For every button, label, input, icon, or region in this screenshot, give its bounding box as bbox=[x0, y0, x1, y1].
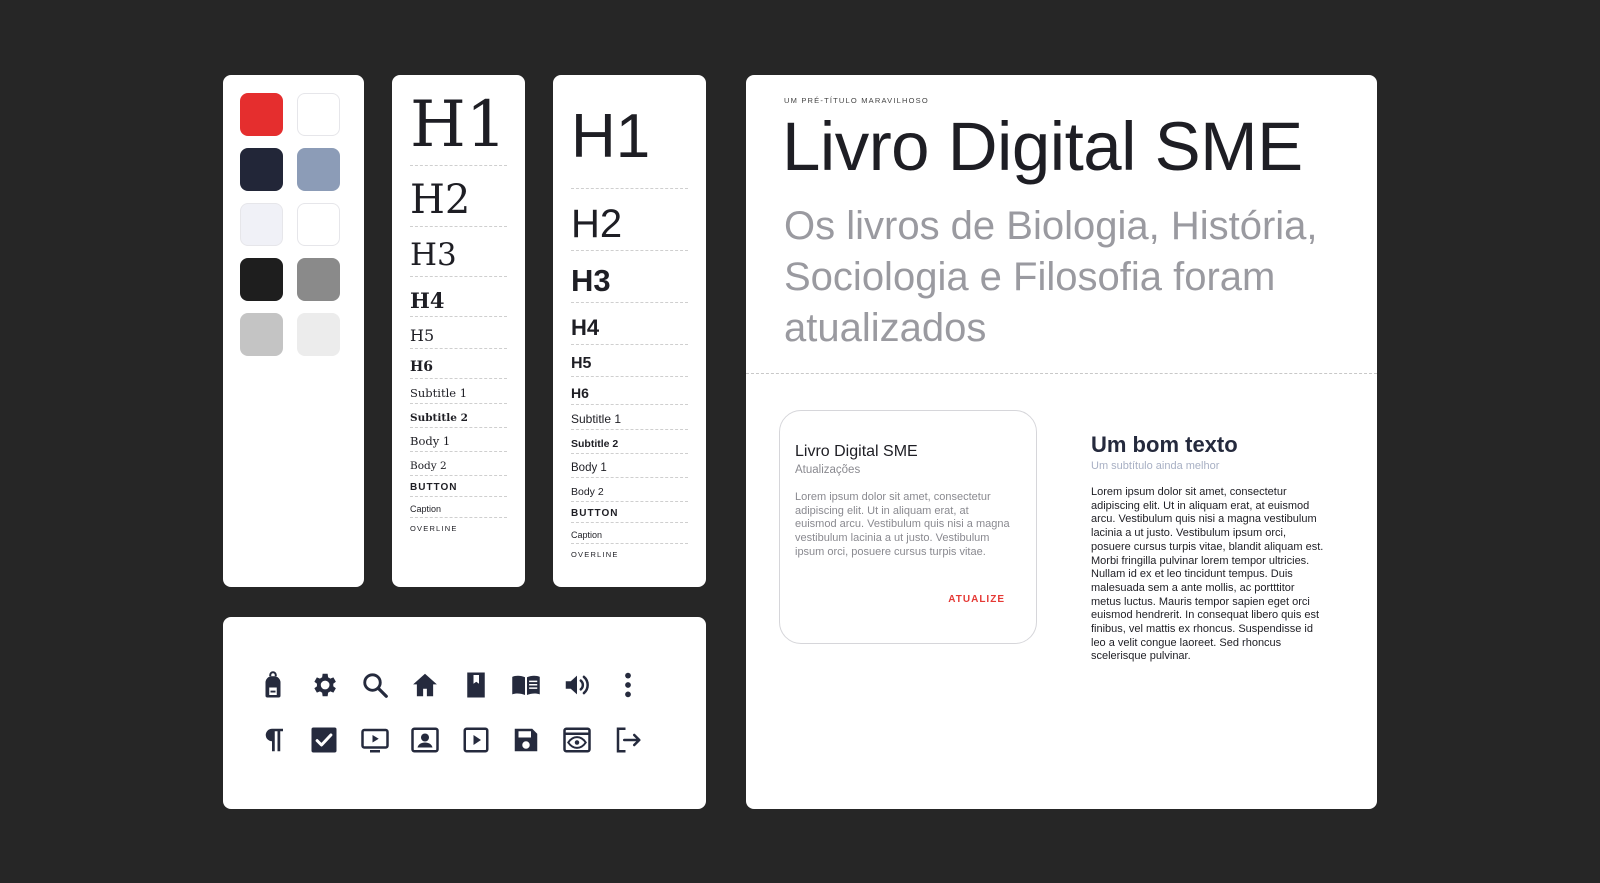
type-sample-overline: OVERLINE bbox=[571, 550, 619, 559]
color-swatch-gray bbox=[297, 258, 340, 301]
type-sample-body-2: Body 2 bbox=[410, 451, 507, 476]
type-sample-h5: H5 bbox=[571, 344, 688, 377]
gear-icon[interactable] bbox=[309, 670, 339, 700]
card-body: Lorem ipsum dolor sit amet, consectetur … bbox=[795, 491, 1010, 558]
preview-icon[interactable] bbox=[562, 725, 592, 755]
color-swatch-ice bbox=[240, 203, 283, 246]
more-vertical-icon[interactable] bbox=[613, 670, 643, 700]
type-sample-h2: H2 bbox=[571, 188, 688, 251]
bookmark-book-icon[interactable] bbox=[461, 670, 491, 700]
color-swatch-black bbox=[240, 258, 283, 301]
card-title: Livro Digital SME bbox=[795, 443, 918, 460]
card-subtitle: Atualizações bbox=[795, 464, 861, 476]
color-swatch-navy bbox=[240, 148, 283, 191]
type-sample-subtitle-1: Subtitle 1 bbox=[571, 404, 688, 430]
color-swatch-slate-blue bbox=[297, 148, 340, 191]
contact-card-icon[interactable] bbox=[410, 725, 440, 755]
type-sample-body-2: Body 2 bbox=[571, 477, 688, 502]
color-swatch-white-2 bbox=[297, 203, 340, 246]
color-palette-card bbox=[223, 75, 364, 587]
type-sample-h5: H5 bbox=[410, 316, 507, 349]
type-sample-h1: H1 bbox=[571, 95, 688, 189]
type-sample-h2: H2 bbox=[410, 165, 507, 227]
play-icon[interactable] bbox=[461, 725, 491, 755]
update-card: Livro Digital SME Atualizações Lorem ips… bbox=[779, 410, 1037, 644]
pretitle: UM PRÉ-TÍTULO MARAVILHOSO bbox=[784, 96, 929, 105]
type-sample-h6: H6 bbox=[571, 376, 688, 405]
text-block-body: Lorem ipsum dolor sit amet, consectetur … bbox=[1091, 486, 1324, 663]
home-icon[interactable] bbox=[410, 670, 440, 700]
type-sample-h6: H6 bbox=[410, 348, 507, 379]
volume-icon[interactable] bbox=[562, 670, 592, 700]
color-swatch-light-gray bbox=[297, 313, 340, 356]
update-button[interactable]: ATUALIZE bbox=[948, 594, 1005, 605]
search-icon[interactable] bbox=[360, 670, 390, 700]
showcase-card: UM PRÉ-TÍTULO MARAVILHOSO Livro Digital … bbox=[746, 75, 1377, 809]
color-swatch-red bbox=[240, 93, 283, 136]
type-sample-button: BUTTON bbox=[410, 475, 507, 497]
type-sample-button: BUTTON bbox=[571, 501, 688, 523]
page-subtitle: Os livros de Biologia, História, Sociolo… bbox=[784, 204, 1318, 350]
type-sample-subtitle-2: Subtitle 2 bbox=[571, 429, 688, 454]
backpack-icon[interactable] bbox=[258, 670, 288, 700]
logout-icon[interactable] bbox=[613, 725, 643, 755]
paragraph-icon[interactable] bbox=[258, 725, 288, 755]
type-sample-caption: Caption bbox=[571, 522, 688, 544]
type-sample-body-1: Body 1 bbox=[571, 453, 688, 478]
open-book-icon[interactable] bbox=[511, 670, 541, 700]
type-sample-subtitle-1: Subtitle 1 bbox=[410, 378, 507, 404]
save-icon[interactable] bbox=[511, 725, 541, 755]
type-sample-h1: H1 bbox=[410, 88, 507, 166]
type-sample-overline: OVERLINE bbox=[410, 524, 458, 533]
type-sample-body-1: Body 1 bbox=[410, 427, 507, 452]
color-swatch-white bbox=[297, 93, 340, 136]
type-sample-subtitle-2: Subtitle 2 bbox=[410, 403, 507, 428]
video-player-icon[interactable] bbox=[360, 725, 390, 755]
type-sample-h3: H3 bbox=[571, 250, 688, 303]
type-sample-caption: Caption bbox=[410, 496, 507, 518]
type-sample-h4: H4 bbox=[571, 302, 688, 345]
type-sample-h4: H4 bbox=[410, 276, 507, 317]
icon-set-card bbox=[223, 617, 706, 809]
section-divider bbox=[746, 373, 1377, 374]
text-block-title: Um bom texto bbox=[1091, 432, 1238, 457]
color-swatch-silver bbox=[240, 313, 283, 356]
type-sample-h3: H3 bbox=[410, 226, 507, 277]
text-block-subtitle: Um subtítulo ainda melhor bbox=[1091, 460, 1220, 472]
sans-typography-card: H1 H2 H3 H4 H5 H6 Subtitle 1 Subtitle 2 … bbox=[553, 75, 706, 587]
checkbox-icon[interactable] bbox=[309, 725, 339, 755]
serif-typography-card: H1 H2 H3 H4 H5 H6 Subtitle 1 Subtitle 2 … bbox=[392, 75, 525, 587]
page-title: Livro Digital SME bbox=[782, 108, 1303, 185]
